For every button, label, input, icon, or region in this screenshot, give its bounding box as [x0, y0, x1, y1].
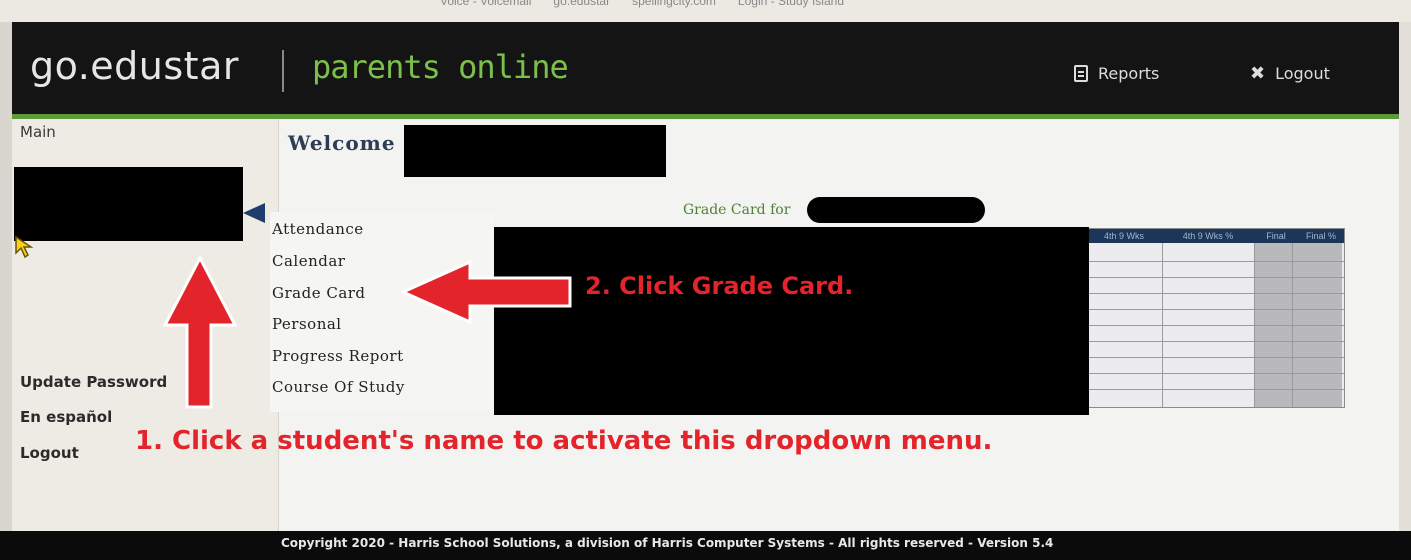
site-footer: Copyright 2020 - Harris School Solutions… [0, 531, 1411, 560]
annotation-step-2: 2. Click Grade Card. [585, 272, 854, 300]
annotation-step-1: 1. Click a student's name to activate th… [135, 426, 993, 456]
left-arrow [399, 259, 572, 325]
copyright-text: Copyright 2020 - Harris School Solutions… [281, 536, 1054, 550]
up-arrow [162, 254, 238, 409]
